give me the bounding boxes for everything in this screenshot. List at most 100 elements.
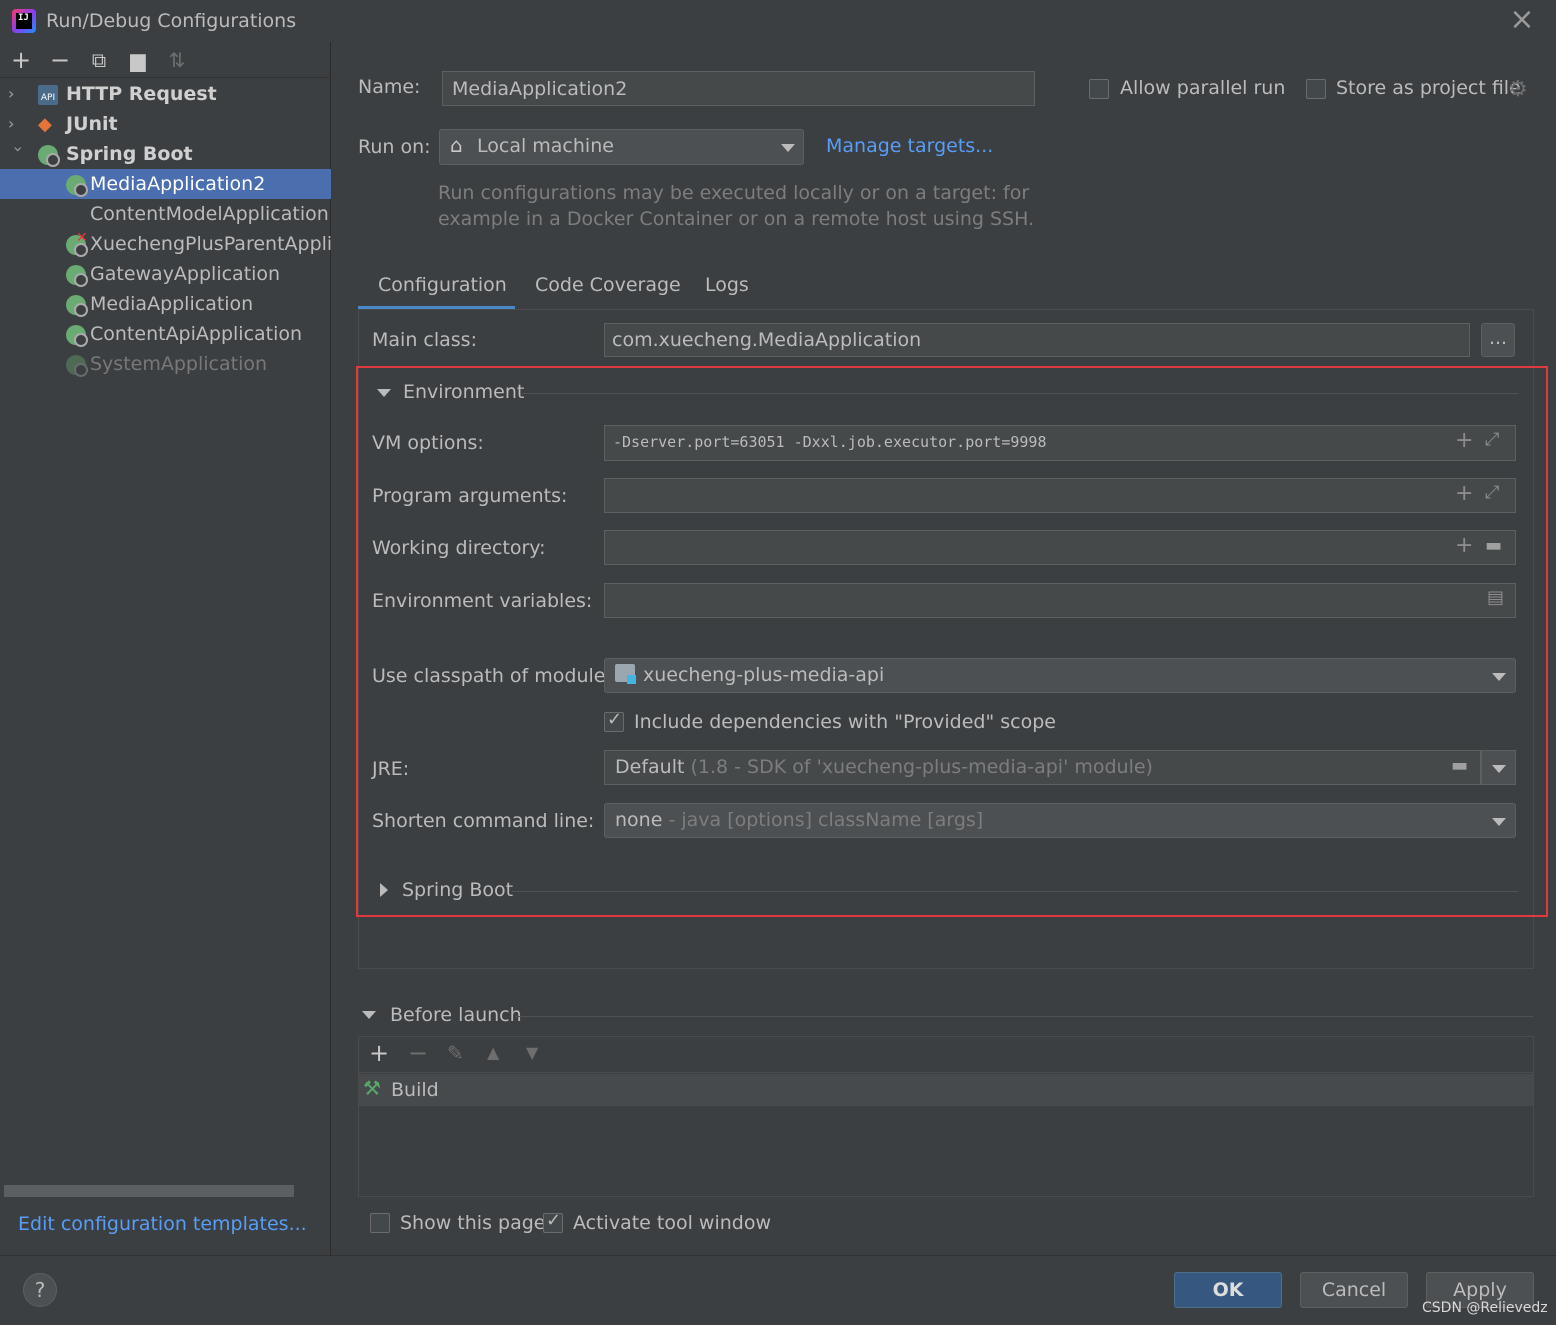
tree-item-spring-boot[interactable]: › Spring Boot — [0, 139, 331, 169]
spring-boot-app-icon — [66, 265, 88, 287]
add-icon[interactable]: + — [369, 1039, 389, 1067]
classpath-module-label: Use classpath of module: — [372, 665, 612, 687]
tree-item-content-model-application[interactable]: ContentModelApplication — [0, 199, 331, 229]
window-title: Run/Debug Configurations — [46, 10, 297, 32]
tree-item-label: MediaApplication — [90, 293, 254, 315]
error-icon: ✕ — [76, 230, 88, 246]
before-launch-title[interactable]: Before launch — [390, 1004, 522, 1026]
manage-targets-link[interactable]: Manage targets... — [826, 135, 993, 157]
name-input[interactable]: MediaApplication2 — [442, 71, 1035, 106]
remove-icon[interactable]: − — [408, 1039, 428, 1067]
classpath-module-select[interactable]: xuecheng-plus-media-api — [604, 658, 1516, 693]
spring-boot-section-title[interactable]: Spring Boot — [402, 879, 513, 901]
cancel-button[interactable]: Cancel — [1300, 1272, 1408, 1308]
edit-icon[interactable]: ✎ — [447, 1041, 464, 1065]
spring-boot-app-icon — [66, 355, 88, 377]
browse-main-class-button[interactable]: ... — [1481, 323, 1515, 357]
add-icon[interactable]: + — [1455, 533, 1473, 558]
jre-value: Default — [615, 756, 685, 778]
allow-parallel-run-checkbox[interactable] — [1089, 79, 1109, 99]
run-on-hint-line1: Run configurations may be executed local… — [438, 182, 1030, 204]
document-icon[interactable]: ▤ — [1487, 587, 1504, 608]
tab-logs[interactable]: Logs — [705, 270, 749, 310]
tree-item-media-application2[interactable]: MediaApplication2 — [0, 169, 331, 199]
sort-icon[interactable]: ⇅ — [163, 46, 191, 74]
tree-item-label: JUnit — [66, 113, 118, 135]
tree-item-gateway-application[interactable]: GatewayApplication — [0, 259, 331, 289]
allow-parallel-run-label: Allow parallel run — [1120, 77, 1286, 99]
expand-icon[interactable] — [380, 883, 388, 897]
edit-templates-link[interactable]: Edit configuration templates... — [18, 1213, 307, 1235]
chevron-right-icon: › — [8, 84, 15, 103]
tree-item-label: HTTP Request — [66, 83, 217, 105]
show-this-page-label: Show this page — [400, 1212, 546, 1234]
classpath-module-value: xuecheng-plus-media-api — [643, 664, 885, 686]
spring-boot-app-icon — [66, 175, 88, 197]
move-up-icon[interactable]: ▲ — [487, 1043, 499, 1062]
environment-section-title[interactable]: Environment — [403, 381, 524, 403]
section-divider — [512, 891, 1518, 892]
tab-code-coverage[interactable]: Code Coverage — [535, 270, 681, 310]
before-launch-item-build[interactable]: ⚒ Build — [359, 1074, 1533, 1106]
tree-item-junit[interactable]: › ◆ JUnit — [0, 109, 331, 139]
help-button[interactable]: ? — [23, 1273, 57, 1307]
program-arguments-label: Program arguments: — [372, 485, 568, 507]
environment-variables-input[interactable]: ▤ — [604, 583, 1516, 618]
sidebar-horizontal-scrollbar[interactable] — [4, 1185, 294, 1197]
tree-item-content-api-application[interactable]: ContentApiApplication — [0, 319, 331, 349]
spring-boot-app-icon — [66, 325, 88, 347]
tree-item-system-application[interactable]: SystemApplication — [0, 349, 331, 379]
tree-item-label: SystemApplication — [90, 353, 268, 375]
intellij-app-icon: IJ — [12, 9, 36, 33]
before-launch-toolbar: + − ✎ ▲ ▼ — [359, 1037, 1533, 1073]
shorten-command-line-select[interactable]: none - java [options] className [args] — [604, 803, 1516, 838]
vm-options-value: -Dserver.port=63051 -Dxxl.job.executor.p… — [613, 433, 1047, 451]
program-arguments-input[interactable]: + ⤢ — [604, 478, 1516, 513]
run-on-hint-line2: example in a Docker Container or on a re… — [438, 208, 1035, 230]
run-on-select[interactable]: ⌂ Local machine — [439, 129, 804, 165]
add-icon[interactable]: + — [1455, 428, 1473, 453]
spring-boot-app-icon — [66, 295, 88, 317]
expand-icon[interactable]: ⤢ — [1485, 429, 1499, 450]
collapse-icon[interactable] — [362, 1011, 376, 1019]
show-this-page-checkbox[interactable] — [370, 1213, 390, 1233]
copy-icon[interactable]: ⧉ — [85, 46, 113, 74]
close-icon[interactable]: × — [1508, 5, 1536, 35]
chevron-right-icon: › — [8, 114, 15, 133]
tree-item-http-request[interactable]: › API HTTP Request — [0, 79, 331, 109]
add-icon[interactable]: + — [7, 46, 35, 74]
include-provided-scope-checkbox[interactable] — [604, 709, 624, 732]
jre-input[interactable]: Default (1.8 - SDK of 'xuecheng-plus-med… — [604, 750, 1481, 785]
vm-options-input[interactable]: -Dserver.port=63051 -Dxxl.job.executor.p… — [604, 425, 1516, 461]
home-icon: ⌂ — [450, 133, 463, 157]
main-class-label: Main class: — [372, 329, 477, 351]
sidebar-toolbar: + − ⧉ ▆ ⇅ — [0, 42, 331, 78]
environment-variables-label: Environment variables: — [372, 590, 593, 612]
ok-button[interactable]: OK — [1174, 1272, 1282, 1308]
add-icon[interactable]: + — [1455, 481, 1473, 506]
include-provided-scope-label: Include dependencies with "Provided" sco… — [634, 711, 1056, 733]
folder-icon[interactable]: ▬ — [1485, 535, 1502, 556]
chevron-down-icon — [781, 144, 795, 152]
tree-item-xuecheng-plus-parent[interactable]: ✕ XuechengPlusParentApplica — [0, 229, 331, 259]
expand-icon[interactable]: ⤢ — [1485, 482, 1499, 503]
chevron-down-icon — [1492, 818, 1506, 826]
watermark: CSDN @Relievedz — [1422, 1300, 1548, 1316]
tab-configuration[interactable]: Configuration — [358, 270, 515, 310]
working-directory-input[interactable]: + ▬ — [604, 530, 1516, 565]
main-class-input[interactable]: com.xuecheng.MediaApplication — [604, 323, 1470, 357]
jre-hint: (1.8 - SDK of 'xuecheng-plus-media-api' … — [690, 756, 1153, 778]
store-as-project-file-checkbox[interactable] — [1306, 79, 1326, 99]
folder-icon[interactable]: ▬ — [1451, 755, 1468, 776]
remove-icon[interactable]: − — [46, 46, 74, 74]
gear-icon[interactable]: ⚙ — [1508, 77, 1528, 102]
shorten-command-line-hint: - java [options] className [args] — [668, 809, 984, 831]
tree-item-label: XuechengPlusParentApplica — [90, 233, 331, 255]
collapse-icon[interactable] — [377, 389, 391, 397]
tree-item-media-application[interactable]: MediaApplication — [0, 289, 331, 319]
move-down-icon[interactable]: ▼ — [526, 1043, 538, 1062]
activate-tool-window-checkbox[interactable] — [543, 1210, 563, 1233]
hammer-icon: ⚒ — [363, 1076, 381, 1100]
jre-dropdown-button[interactable] — [1481, 750, 1516, 785]
new-folder-icon[interactable]: ▆ — [124, 46, 152, 74]
